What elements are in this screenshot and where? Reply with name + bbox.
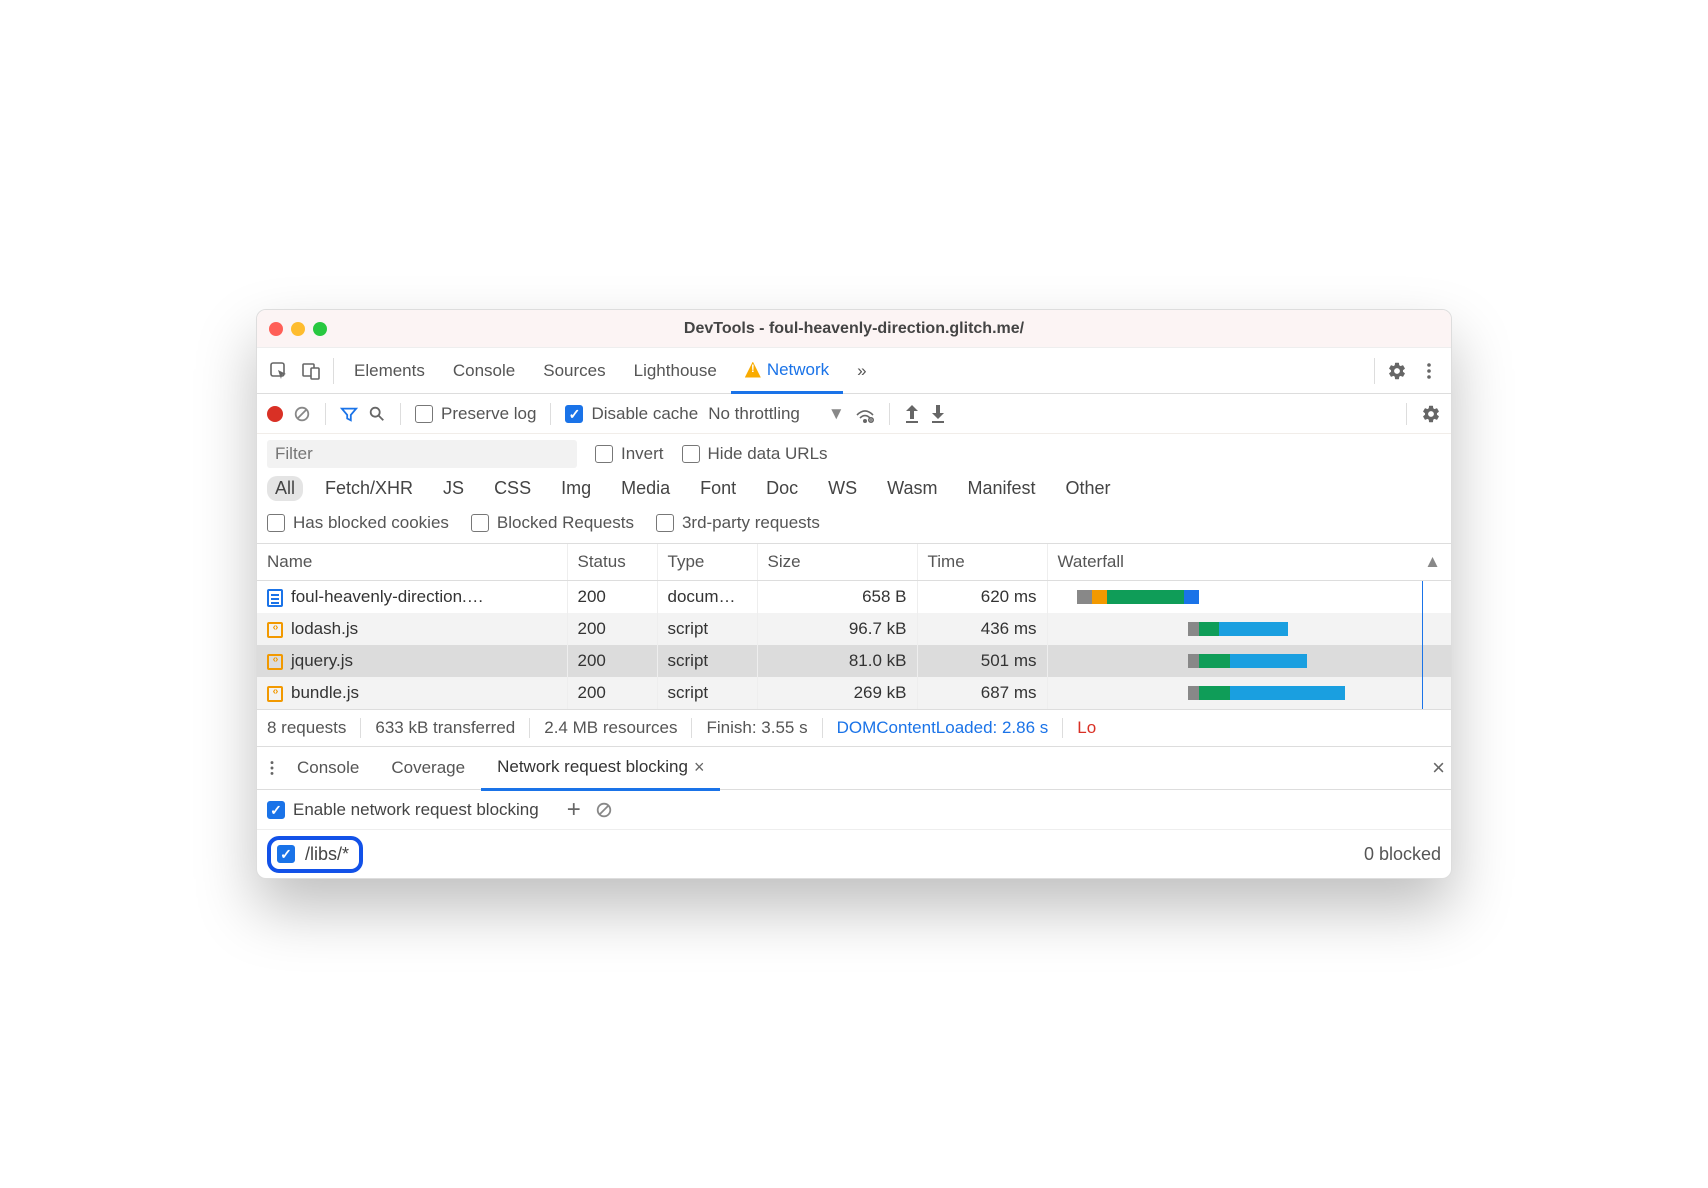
col-status[interactable]: Status bbox=[567, 544, 657, 581]
requests-table: NameStatusTypeSizeTimeWaterfall▲ foul-he… bbox=[257, 544, 1451, 709]
chip-img[interactable]: Img bbox=[553, 476, 599, 501]
drawer-close-icon[interactable]: × bbox=[1432, 755, 1445, 781]
status-bar: 8 requests 633 kB transferred 2.4 MB res… bbox=[257, 709, 1451, 746]
script-icon bbox=[267, 622, 283, 638]
tab-lighthouse[interactable]: Lighthouse bbox=[620, 348, 731, 394]
pattern-item[interactable]: /libs/* bbox=[267, 836, 363, 873]
tab-network[interactable]: Network bbox=[731, 348, 843, 394]
status-finish: Finish: 3.55 s bbox=[692, 718, 822, 738]
pattern-checkbox[interactable] bbox=[277, 845, 295, 863]
chip-font[interactable]: Font bbox=[692, 476, 744, 501]
type-filter-chips: All Fetch/XHR JS CSS Img Media Font Doc WS Wasm Ma… bbox=[257, 468, 1451, 509]
extra-filters: Has blocked cookies Blocked Requests 3rd… bbox=[257, 509, 1451, 544]
network-conditions-icon[interactable] bbox=[855, 405, 875, 423]
col-time[interactable]: Time bbox=[917, 544, 1047, 581]
drawer-tab-console[interactable]: Console bbox=[281, 746, 375, 790]
tab-console[interactable]: Console bbox=[439, 348, 529, 394]
filter-input[interactable] bbox=[267, 440, 577, 468]
device-toggle-icon[interactable] bbox=[295, 361, 327, 381]
remove-all-patterns-icon[interactable] bbox=[595, 801, 613, 819]
table-row[interactable]: bundle.js200script269 kB687 ms bbox=[257, 677, 1451, 709]
blocked-requests-checkbox[interactable]: Blocked Requests bbox=[471, 513, 634, 533]
status-transferred: 633 kB transferred bbox=[361, 718, 530, 738]
throttling-select[interactable]: No throttling▼ bbox=[708, 404, 845, 424]
drawer-tabs: Console Coverage Network request blockin… bbox=[257, 746, 1451, 790]
add-pattern-icon[interactable]: + bbox=[567, 796, 581, 824]
blocking-pattern-row: /libs/* 0 blocked bbox=[257, 830, 1451, 878]
network-toolbar: Preserve log Disable cache No throttling… bbox=[257, 394, 1451, 434]
chip-other[interactable]: Other bbox=[1058, 476, 1119, 501]
blocked-count: 0 blocked bbox=[1364, 844, 1441, 865]
drawer-tab-network-blocking[interactable]: Network request blocking× bbox=[481, 747, 720, 791]
panel-settings-icon[interactable] bbox=[1421, 404, 1441, 424]
script-icon bbox=[267, 686, 283, 702]
status-requests: 8 requests bbox=[267, 718, 361, 738]
table-row[interactable]: foul-heavenly-direction.…200docum…658 B6… bbox=[257, 581, 1451, 614]
has-blocked-cookies-checkbox[interactable]: Has blocked cookies bbox=[267, 513, 449, 533]
col-waterfall[interactable]: Waterfall▲ bbox=[1047, 544, 1451, 581]
preserve-log-checkbox[interactable]: Preserve log bbox=[415, 404, 536, 424]
download-har-icon[interactable] bbox=[930, 405, 946, 423]
script-icon bbox=[267, 654, 283, 670]
invert-checkbox[interactable]: Invert bbox=[595, 444, 664, 464]
drawer-tab-coverage[interactable]: Coverage bbox=[375, 746, 481, 790]
third-party-requests-checkbox[interactable]: 3rd-party requests bbox=[656, 513, 820, 533]
drawer-kebab-icon[interactable] bbox=[263, 759, 281, 777]
disable-cache-checkbox[interactable]: Disable cache bbox=[565, 404, 698, 424]
status-dcl: DOMContentLoaded: 2.86 s bbox=[823, 718, 1064, 738]
table-row[interactable]: lodash.js200script96.7 kB436 ms bbox=[257, 613, 1451, 645]
upload-har-icon[interactable] bbox=[904, 405, 920, 423]
more-tabs-icon[interactable]: » bbox=[843, 348, 880, 394]
window-title: DevTools - foul-heavenly-direction.glitc… bbox=[257, 320, 1451, 338]
chip-doc[interactable]: Doc bbox=[758, 476, 806, 501]
hide-data-urls-checkbox[interactable]: Hide data URLs bbox=[682, 444, 828, 464]
devtools-window: DevTools - foul-heavenly-direction.glitc… bbox=[256, 309, 1452, 879]
warning-icon bbox=[745, 362, 761, 378]
chip-media[interactable]: Media bbox=[613, 476, 678, 501]
chip-js[interactable]: JS bbox=[435, 476, 472, 501]
chip-fetchxhr[interactable]: Fetch/XHR bbox=[317, 476, 421, 501]
filter-icon[interactable] bbox=[340, 405, 358, 423]
settings-icon[interactable] bbox=[1381, 361, 1413, 381]
panel-tabs: Elements Console Sources Lighthouse Netw… bbox=[257, 348, 1451, 394]
tab-elements[interactable]: Elements bbox=[340, 348, 439, 394]
chip-wasm[interactable]: Wasm bbox=[879, 476, 945, 501]
titlebar: DevTools - foul-heavenly-direction.glitc… bbox=[257, 310, 1451, 348]
tab-sources[interactable]: Sources bbox=[529, 348, 619, 394]
search-icon[interactable] bbox=[368, 405, 386, 423]
document-icon bbox=[267, 589, 283, 607]
enable-blocking-checkbox[interactable]: Enable network request blocking bbox=[267, 800, 539, 820]
clear-icon[interactable] bbox=[293, 405, 311, 423]
col-name[interactable]: Name bbox=[257, 544, 567, 581]
pattern-text: /libs/* bbox=[305, 844, 349, 865]
close-tab-icon[interactable]: × bbox=[694, 757, 705, 778]
col-size[interactable]: Size bbox=[757, 544, 917, 581]
chip-css[interactable]: CSS bbox=[486, 476, 539, 501]
blocking-toolbar: Enable network request blocking + bbox=[257, 790, 1451, 830]
status-load: Lo bbox=[1063, 718, 1110, 738]
chip-all[interactable]: All bbox=[267, 476, 303, 501]
kebab-icon[interactable] bbox=[1413, 361, 1445, 381]
col-type[interactable]: Type bbox=[657, 544, 757, 581]
chip-manifest[interactable]: Manifest bbox=[960, 476, 1044, 501]
status-resources: 2.4 MB resources bbox=[530, 718, 692, 738]
filter-row: Invert Hide data URLs bbox=[257, 434, 1451, 468]
chip-ws[interactable]: WS bbox=[820, 476, 865, 501]
table-row[interactable]: jquery.js200script81.0 kB501 ms bbox=[257, 645, 1451, 677]
inspect-icon[interactable] bbox=[263, 361, 295, 381]
record-icon[interactable] bbox=[267, 406, 283, 422]
